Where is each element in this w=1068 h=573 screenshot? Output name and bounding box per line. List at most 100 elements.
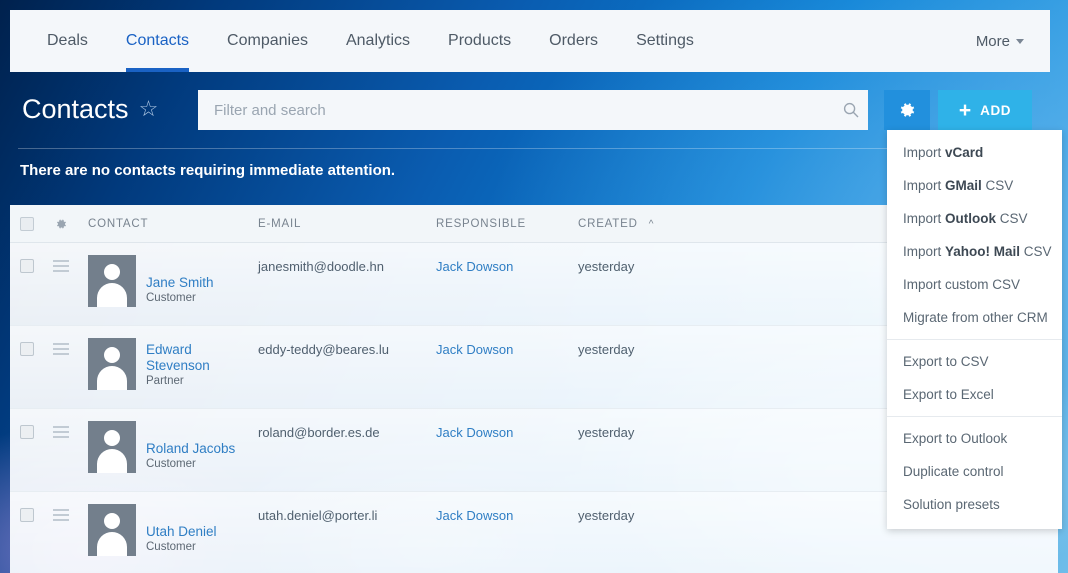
grid-settings-cell[interactable] bbox=[44, 217, 78, 231]
page-title: Contacts bbox=[22, 93, 129, 124]
menu-item-emphasis: GMail bbox=[945, 178, 982, 193]
avatar bbox=[88, 421, 136, 473]
select-all-checkbox[interactable] bbox=[20, 216, 34, 231]
created-cell: yesterday bbox=[578, 425, 635, 440]
favorite-star-icon[interactable]: ☆ bbox=[139, 98, 159, 120]
menu-item-import-custom-csv[interactable]: Import custom CSV bbox=[887, 268, 1062, 301]
contact-name-link[interactable]: Jane Smith bbox=[146, 275, 214, 291]
email-cell: janesmith@doodle.hn bbox=[258, 259, 384, 274]
menu-item-suffix: CSV bbox=[996, 211, 1028, 226]
column-header-email[interactable]: E-MAIL bbox=[258, 218, 436, 230]
avatar bbox=[88, 504, 136, 556]
created-cell: yesterday bbox=[578, 342, 635, 357]
contact-role: Customer bbox=[146, 292, 196, 305]
contact-name-link[interactable]: Edward Stevenson bbox=[146, 342, 251, 374]
menu-item-text: Import bbox=[903, 211, 946, 226]
hamburger-menu-icon bbox=[53, 343, 69, 355]
avatar bbox=[88, 255, 136, 307]
email-cell: eddy-teddy@beares.lu bbox=[258, 342, 389, 357]
menu-separator bbox=[887, 416, 1062, 417]
menu-item-text: Export to Outlook bbox=[903, 431, 1008, 446]
column-header-created-label: CREATED bbox=[578, 217, 638, 230]
menu-item-export-to-excel[interactable]: Export to Excel bbox=[887, 378, 1062, 411]
menu-item-import-gmail-csv[interactable]: Import GMail CSV bbox=[887, 169, 1062, 202]
nav-more-label: More bbox=[975, 32, 1010, 50]
column-header-created[interactable]: CREATED ^ bbox=[578, 218, 728, 230]
contact-name-link[interactable]: Utah Deniel bbox=[146, 524, 217, 540]
menu-item-import-vcard[interactable]: Import vCard bbox=[887, 136, 1062, 169]
row-select-cell[interactable] bbox=[10, 504, 44, 526]
created-cell: yesterday bbox=[578, 508, 635, 523]
notice-text: There are no contacts requiring immediat… bbox=[20, 162, 396, 179]
chevron-down-icon bbox=[1016, 38, 1024, 44]
row-menu-cell[interactable] bbox=[44, 338, 78, 360]
menu-item-duplicate-control[interactable]: Duplicate control bbox=[887, 455, 1062, 488]
nav-items: Deals Contacts Companies Analytics Products O… bbox=[10, 10, 713, 72]
select-all-cell[interactable] bbox=[10, 216, 44, 231]
import-export-dropdown-menu: Import vCard Import GMail CSV Import Outlo… bbox=[887, 130, 1062, 529]
row-menu-cell[interactable] bbox=[44, 255, 78, 277]
responsible-link[interactable]: Jack Dowson bbox=[436, 504, 578, 523]
settings-gear-button[interactable] bbox=[884, 90, 930, 130]
column-header-responsible[interactable]: RESPONSIBLE bbox=[436, 218, 578, 230]
add-button[interactable]: + ADD bbox=[938, 90, 1032, 130]
menu-item-text: Solution presets bbox=[903, 497, 1000, 512]
hamburger-menu-icon bbox=[53, 260, 69, 272]
menu-item-import-outlook-csv[interactable]: Import Outlook CSV bbox=[887, 202, 1062, 235]
nav-item-contacts[interactable]: Contacts bbox=[107, 10, 208, 72]
responsible-link[interactable]: Jack Dowson bbox=[436, 421, 578, 440]
menu-item-import-yahoo-mail-csv[interactable]: Import Yahoo! Mail CSV bbox=[887, 235, 1062, 268]
menu-item-text: Import bbox=[903, 145, 946, 160]
nav-item-deals[interactable]: Deals bbox=[28, 10, 107, 72]
menu-item-emphasis: vCard bbox=[945, 145, 984, 160]
plus-icon: + bbox=[958, 98, 972, 122]
row-checkbox[interactable] bbox=[20, 508, 34, 522]
row-select-cell[interactable] bbox=[10, 338, 44, 360]
contact-cell: Jane Smith Customer bbox=[78, 255, 258, 307]
responsible-link[interactable]: Jack Dowson bbox=[436, 255, 578, 274]
contact-text: Edward Stevenson Partner bbox=[146, 342, 251, 390]
nav-item-products[interactable]: Products bbox=[429, 10, 530, 72]
responsible-link[interactable]: Jack Dowson bbox=[436, 338, 578, 357]
gear-icon bbox=[57, 219, 66, 228]
row-select-cell[interactable] bbox=[10, 255, 44, 277]
menu-item-text: Migrate from other CRM bbox=[903, 310, 1048, 325]
email-cell: roland@border.es.de bbox=[258, 425, 380, 440]
created-cell: yesterday bbox=[578, 259, 635, 274]
menu-item-text: Import bbox=[903, 244, 946, 259]
menu-item-suffix: CSV bbox=[981, 178, 1014, 193]
menu-item-text: Duplicate control bbox=[903, 464, 1004, 479]
menu-item-text: Export to CSV bbox=[903, 354, 989, 369]
menu-item-export-to-csv[interactable]: Export to CSV bbox=[887, 345, 1062, 378]
nav-item-analytics[interactable]: Analytics bbox=[327, 10, 429, 72]
contact-text: Utah Deniel Customer bbox=[146, 524, 217, 556]
menu-item-text: Import custom CSV bbox=[903, 277, 1021, 292]
avatar bbox=[88, 338, 136, 390]
add-button-label: ADD bbox=[980, 102, 1012, 118]
column-header-contact[interactable]: CONTACT bbox=[78, 218, 258, 230]
row-select-cell[interactable] bbox=[10, 421, 44, 443]
contact-cell: Utah Deniel Customer bbox=[78, 504, 258, 556]
row-menu-cell[interactable] bbox=[44, 421, 78, 443]
menu-item-export-to-outlook[interactable]: Export to Outlook bbox=[887, 422, 1062, 455]
menu-item-migrate-from-other-crm[interactable]: Migrate from other CRM bbox=[887, 301, 1062, 334]
row-checkbox[interactable] bbox=[20, 342, 34, 356]
dropdown-items: Import vCard Import GMail CSV Import Outlo… bbox=[887, 136, 1062, 521]
contact-role: Customer bbox=[146, 541, 196, 554]
contact-name-link[interactable]: Roland Jacobs bbox=[146, 441, 235, 457]
contact-text: Jane Smith Customer bbox=[146, 275, 214, 307]
nav-item-orders[interactable]: Orders bbox=[530, 10, 617, 72]
row-checkbox[interactable] bbox=[20, 259, 34, 273]
contact-cell: Roland Jacobs Customer bbox=[78, 421, 258, 473]
row-checkbox[interactable] bbox=[20, 425, 34, 439]
nav-more-button[interactable]: More bbox=[964, 10, 1050, 72]
nav-item-companies[interactable]: Companies bbox=[208, 10, 327, 72]
menu-item-solution-presets[interactable]: Solution presets bbox=[887, 488, 1062, 521]
nav-item-settings[interactable]: Settings bbox=[617, 10, 713, 72]
hamburger-menu-icon bbox=[53, 426, 69, 438]
menu-item-text: Import bbox=[903, 178, 946, 193]
contact-cell: Edward Stevenson Partner bbox=[78, 338, 258, 390]
menu-item-suffix: CSV bbox=[1020, 244, 1052, 259]
row-menu-cell[interactable] bbox=[44, 504, 78, 526]
